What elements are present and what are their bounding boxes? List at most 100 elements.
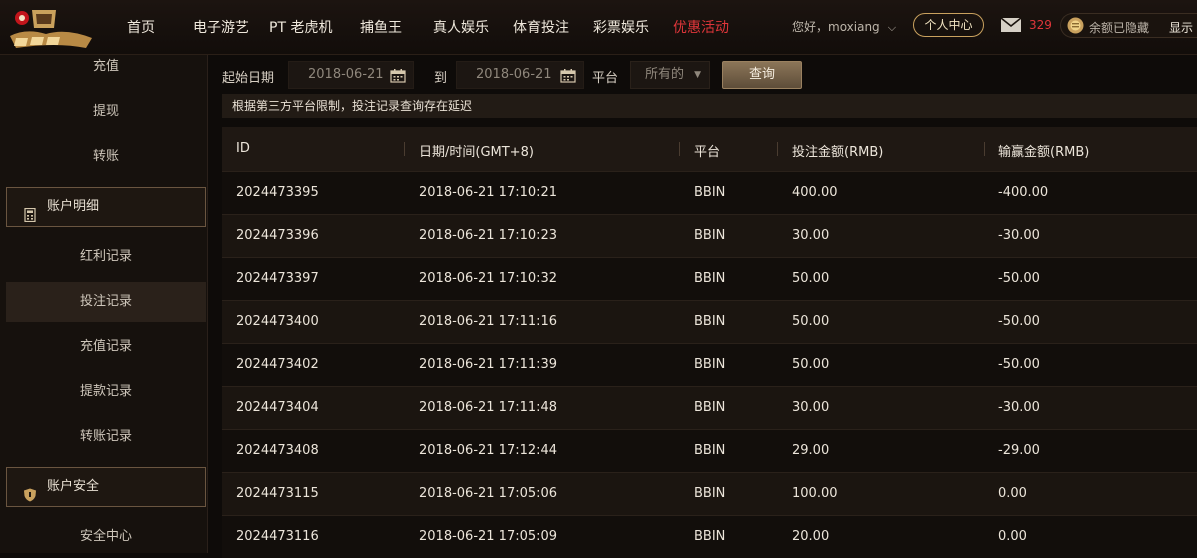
user-menu[interactable]: 您好，moxiang ⌵	[792, 18, 896, 35]
calendar-icon[interactable]	[560, 67, 576, 83]
start-date-label: 起始日期	[222, 71, 275, 86]
sidebar-item-transfer-records[interactable]: 转账记录	[6, 417, 206, 457]
cell-win-loss: -50.00	[998, 271, 1040, 286]
cell-win-loss: -29.00	[998, 443, 1040, 458]
sidebar-item-transfer[interactable]: 转账	[6, 137, 206, 177]
cell-win-loss: -50.00	[998, 357, 1040, 372]
sidebar-item-bonus-records[interactable]: 红利记录	[6, 237, 206, 277]
nav-lottery[interactable]: 彩票娱乐	[593, 17, 649, 37]
start-date-input[interactable]: 2018-06-21	[288, 61, 414, 89]
column-header-bet-amount: 投注金额(RMB)	[792, 145, 884, 160]
cell-win-loss: 0.00	[998, 529, 1027, 544]
column-header-platform: 平台	[694, 145, 721, 160]
cell-platform: BBIN	[694, 357, 726, 372]
personal-center-button[interactable]: 个人中心	[913, 13, 984, 37]
cell-bet-amount: 100.00	[792, 486, 838, 501]
platform-label: 平台	[592, 71, 619, 86]
sidebar-item-security-center[interactable]: 安全中心	[6, 517, 206, 557]
chevron-down-icon: ⌵	[887, 21, 897, 34]
balance-hidden-text: 余额已隐藏	[1089, 21, 1150, 35]
sidebar-group-label: 账户安全	[47, 479, 100, 494]
cell-id: 2024473404	[236, 400, 319, 415]
nav-promotions[interactable]: 优惠活动	[673, 17, 729, 37]
calendar-icon[interactable]	[390, 67, 406, 83]
cell-platform: BBIN	[694, 529, 726, 544]
column-divider	[777, 142, 778, 156]
table-row: 2024473408 2018-06-21 17:12:44 BBIN 29.00 -2…	[222, 429, 1197, 472]
cell-bet-amount: 50.00	[792, 271, 830, 286]
nav-pt-slots[interactable]: PT 老虎机	[269, 17, 332, 37]
cell-bet-amount: 50.00	[792, 357, 830, 372]
cell-win-loss: -30.00	[998, 400, 1040, 415]
cell-bet-amount: 400.00	[792, 185, 838, 200]
sidebar: 充值 提现 转账 账户明细 红利记录 投注记录 充值记录 提款记录 转账记录 账…	[0, 55, 208, 553]
coin-icon	[1067, 17, 1084, 34]
cell-bet-amount: 29.00	[792, 443, 830, 458]
cell-platform: BBIN	[694, 314, 726, 329]
cell-datetime: 2018-06-21 17:05:09	[419, 529, 558, 544]
cell-id: 2024473397	[236, 271, 319, 286]
column-divider	[984, 142, 985, 156]
nav-egames[interactable]: 电子游艺	[193, 17, 249, 37]
sidebar-group-account-details[interactable]: 账户明细	[6, 187, 206, 227]
filter-bar: 起始日期 2018-06-21 到 2018-06-21 平台 所有的 ▼ 查询	[208, 55, 1197, 93]
sidebar-item-deposit-records[interactable]: 充值记录	[6, 327, 206, 367]
sidebar-item-withdraw[interactable]: 提现	[6, 92, 206, 132]
cell-datetime: 2018-06-21 17:10:23	[419, 228, 558, 243]
cell-platform: BBIN	[694, 486, 726, 501]
cell-id: 2024473396	[236, 228, 319, 243]
cell-bet-amount: 20.00	[792, 529, 830, 544]
cell-platform: BBIN	[694, 443, 726, 458]
delay-notice: 根据第三方平台限制，投注记录查询存在延迟	[222, 94, 1197, 118]
to-label: 到	[434, 71, 448, 86]
query-button[interactable]: 查询	[722, 61, 802, 89]
cell-win-loss: 0.00	[998, 486, 1027, 501]
column-header-id: ID	[236, 141, 250, 156]
table-row: 2024473116 2018-06-21 17:05:09 BBIN 20.00 0.…	[222, 515, 1197, 558]
mail-icon[interactable]	[1000, 17, 1022, 33]
platform-select[interactable]: 所有的 ▼	[630, 61, 710, 89]
table-row: 2024473396 2018-06-21 17:10:23 BBIN 30.00 -3…	[222, 214, 1197, 257]
table-row: 2024473404 2018-06-21 17:11:48 BBIN 30.00 -3…	[222, 386, 1197, 429]
show-balance-button[interactable]: 显示	[1169, 19, 1193, 36]
bet-records-table: ID 日期/时间(GMT+8) 平台 投注金额(RMB) 输赢金额(RMB) 2…	[222, 127, 1197, 558]
column-divider	[404, 142, 405, 156]
mail-count-badge: 329	[1029, 18, 1052, 32]
sidebar-group-account-security[interactable]: 账户安全	[6, 467, 206, 507]
cell-bet-amount: 50.00	[792, 314, 830, 329]
cell-platform: BBIN	[694, 228, 726, 243]
main-content: 起始日期 2018-06-21 到 2018-06-21 平台 所有的 ▼ 查询…	[208, 55, 1197, 558]
start-date-value: 2018-06-21	[308, 67, 384, 82]
cell-datetime: 2018-06-21 17:10:21	[419, 185, 558, 200]
table-row: 2024473397 2018-06-21 17:10:32 BBIN 50.00 -5…	[222, 257, 1197, 300]
sidebar-item-withdrawal-records[interactable]: 提款记录	[6, 372, 206, 412]
cell-id: 2024473402	[236, 357, 319, 372]
column-header-win-loss: 输赢金额(RMB)	[998, 145, 1090, 160]
nav-home[interactable]: 首页	[127, 17, 155, 37]
table-row: 2024473402 2018-06-21 17:11:39 BBIN 50.00 -5…	[222, 343, 1197, 386]
site-logo[interactable]	[6, 4, 96, 52]
cell-datetime: 2018-06-21 17:11:39	[419, 357, 558, 372]
cell-bet-amount: 30.00	[792, 228, 830, 243]
nav-fishing[interactable]: 捕鱼王	[360, 17, 402, 37]
cell-datetime: 2018-06-21 17:11:16	[419, 314, 558, 329]
cell-id: 2024473116	[236, 529, 319, 544]
cell-datetime: 2018-06-21 17:11:48	[419, 400, 558, 415]
cell-platform: BBIN	[694, 271, 726, 286]
sidebar-item-deposit[interactable]: 充值	[6, 47, 206, 87]
nav-sports[interactable]: 体育投注	[513, 17, 569, 37]
shield-icon	[23, 480, 37, 502]
sidebar-item-bet-records[interactable]: 投注记录	[6, 282, 206, 322]
cell-datetime: 2018-06-21 17:12:44	[419, 443, 558, 458]
table-row: 2024473115 2018-06-21 17:05:06 BBIN 100.00 0…	[222, 472, 1197, 515]
cell-platform: BBIN	[694, 185, 726, 200]
cell-platform: BBIN	[694, 400, 726, 415]
balance-box: 余额已隐藏 显示	[1060, 13, 1197, 38]
end-date-input[interactable]: 2018-06-21	[456, 61, 584, 89]
end-date-value: 2018-06-21	[476, 67, 552, 82]
cell-id: 2024473115	[236, 486, 319, 501]
cell-id: 2024473408	[236, 443, 319, 458]
nav-live-casino[interactable]: 真人娱乐	[433, 17, 489, 37]
platform-select-value: 所有的	[645, 67, 685, 82]
cell-id: 2024473395	[236, 185, 319, 200]
